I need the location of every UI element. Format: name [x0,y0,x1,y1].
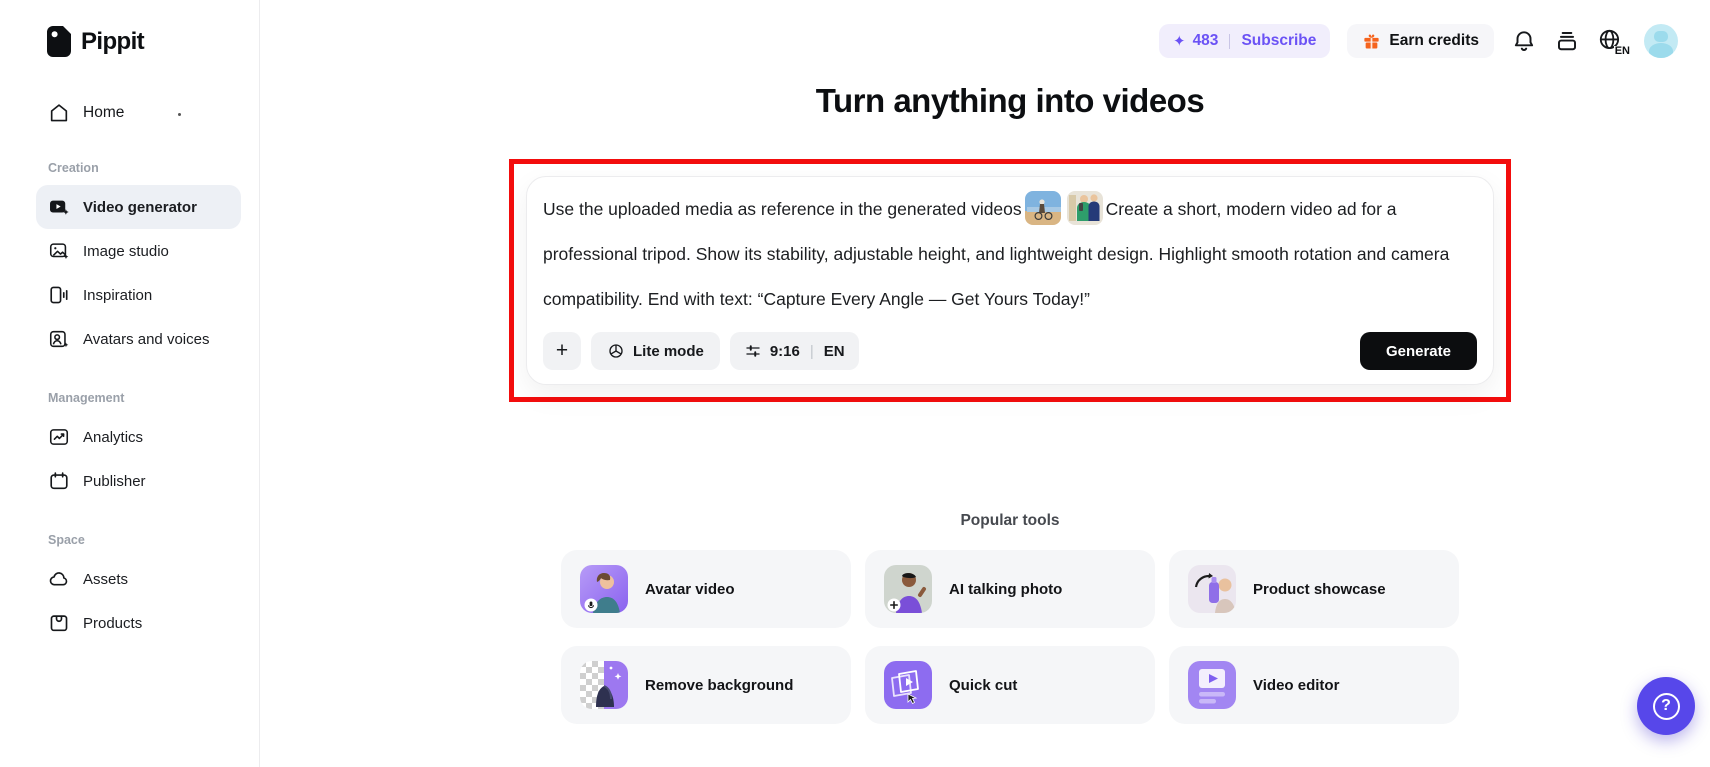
sparkle-star-icon: ✦ [1172,33,1186,50]
sidebar-home-label: Home [83,104,125,121]
user-avatar[interactable] [1644,24,1678,58]
assets-cloud-icon [49,572,68,586]
tool-card-quick-cut[interactable]: Quick cut [865,646,1155,724]
workspace-drawer-icon[interactable] [1554,28,1580,54]
language-switcher[interactable]: EN [1597,27,1630,57]
sidebar-item-video-generator[interactable]: Video generator [36,185,241,229]
tool-label: Quick cut [949,676,1018,694]
sidebar-item-label: Products [83,614,143,632]
beach-bike-photo-thumbnail[interactable] [1024,191,1061,226]
gift-icon [1364,34,1380,48]
sidebar-item-publisher[interactable]: Publisher [36,459,241,503]
remove-background-thumbnail [580,661,628,709]
question-mark-icon: ? [1652,692,1680,720]
sidebar-item-inspiration[interactable]: Inspiration [36,273,241,317]
tool-label: Video editor [1253,676,1340,694]
tool-label: Remove background [645,676,794,694]
lite-mode-label: Lite mode [633,342,704,360]
image-studio-icon [49,243,69,259]
ai-talking-photo-thumbnail [884,565,932,613]
sidebar-item-products[interactable]: Products [36,601,241,645]
sidebar-item-home[interactable]: Home [48,95,241,131]
help-button[interactable]: ? [1637,677,1695,735]
pippit-logo-icon [47,26,72,57]
stray-dot [178,113,181,116]
subscribe-link[interactable]: Subscribe [1241,32,1316,50]
pill-divider [1229,33,1231,49]
red-annotation-box: Use the uploaded media as reference in t… [509,159,1511,402]
sliders-icon [746,345,760,357]
sidebar-item-assets[interactable]: Assets [36,557,241,601]
sidebar-item-label: Analytics [83,428,144,446]
tool-label: Product showcase [1253,580,1386,598]
tool-card-product-showcase[interactable]: Product showcase [1169,550,1459,628]
sidebar-item-label: Video generator [83,198,197,216]
publisher-icon [50,472,68,490]
sidebar: Pippit Home Creation Video generator Ima… [0,0,260,767]
product-showcase-thumbnail [1188,565,1236,613]
composer-controls: + Lite mode 9:16 | EN Generate [543,332,1477,370]
video-editor-thumbnail [1188,661,1236,709]
credits-subscribe-pill[interactable]: ✦ 483 Subscribe [1158,24,1331,58]
home-icon [50,104,68,122]
avatar-video-thumbnail [580,565,628,613]
page-title: Turn anything into videos [815,82,1205,119]
lite-mode-sphere-icon [609,344,623,358]
earn-credits-button[interactable]: Earn credits [1347,24,1494,58]
earn-credits-label: Earn credits [1389,32,1479,49]
sidebar-item-label: Inspiration [83,286,153,304]
sidebar-item-analytics[interactable]: Analytics [36,415,241,459]
tool-card-video-editor[interactable]: Video editor [1169,646,1459,724]
sidebar-item-avatars-and-voices[interactable]: Avatars and voices [36,317,241,361]
sidebar-item-image-studio[interactable]: Image studio [36,229,241,273]
language-badge: EN [1613,45,1630,57]
tool-label: AI talking photo [949,580,1063,598]
prompt-input[interactable]: Use the uploaded media as reference in t… [543,187,1477,322]
video-generator-icon [50,200,69,215]
tool-card-avatar-video[interactable]: Avatar video [561,550,851,628]
lite-mode-button[interactable]: Lite mode [591,332,720,370]
inspiration-icon [50,286,68,304]
avatars-voices-icon [49,330,69,348]
sidebar-section-space: Space [48,533,85,547]
tool-card-ai-talking-photo[interactable]: AI talking photo [865,550,1155,628]
sidebar-section-management: Management [48,391,125,405]
tool-card-remove-background[interactable]: Remove background [561,646,851,724]
generate-button[interactable]: Generate [1359,332,1477,370]
ratio-divider: | [809,342,814,360]
popular-tools-grid: Avatar video AI talking photo Product sh… [561,550,1459,724]
notifications-bell-icon[interactable] [1511,28,1537,54]
sidebar-item-label: Assets [83,570,129,588]
aspect-ratio-value: 9:16 [769,342,800,360]
products-box-icon [50,615,68,632]
add-media-button[interactable]: + [543,332,581,370]
sidebar-section-creation: Creation [48,161,99,175]
analytics-icon [49,429,69,445]
topbar: ✦ 483 Subscribe Earn credits EN [1158,24,1678,58]
prompt-text-before: Use the uploaded media as reference in t… [543,199,1022,219]
tool-label: Avatar video [645,580,735,598]
prompt-composer: Use the uploaded media as reference in t… [526,176,1494,385]
ratio-language-button[interactable]: 9:16 | EN [729,332,859,370]
sidebar-item-label: Avatars and voices [83,330,210,348]
sidebar-item-label: Image studio [83,242,169,260]
composer-language-value: EN [823,342,845,360]
pippit-logo[interactable]: Pippit [46,26,259,57]
quick-cut-thumbnail [884,661,932,709]
sidebar-item-label: Publisher [83,472,146,490]
popular-tools-heading: Popular tools [960,512,1060,529]
plus-icon: + [555,339,569,362]
brand-name: Pippit [81,27,145,55]
credits-count: 483 [1192,32,1219,49]
family-photo-thumbnail[interactable] [1066,191,1103,226]
